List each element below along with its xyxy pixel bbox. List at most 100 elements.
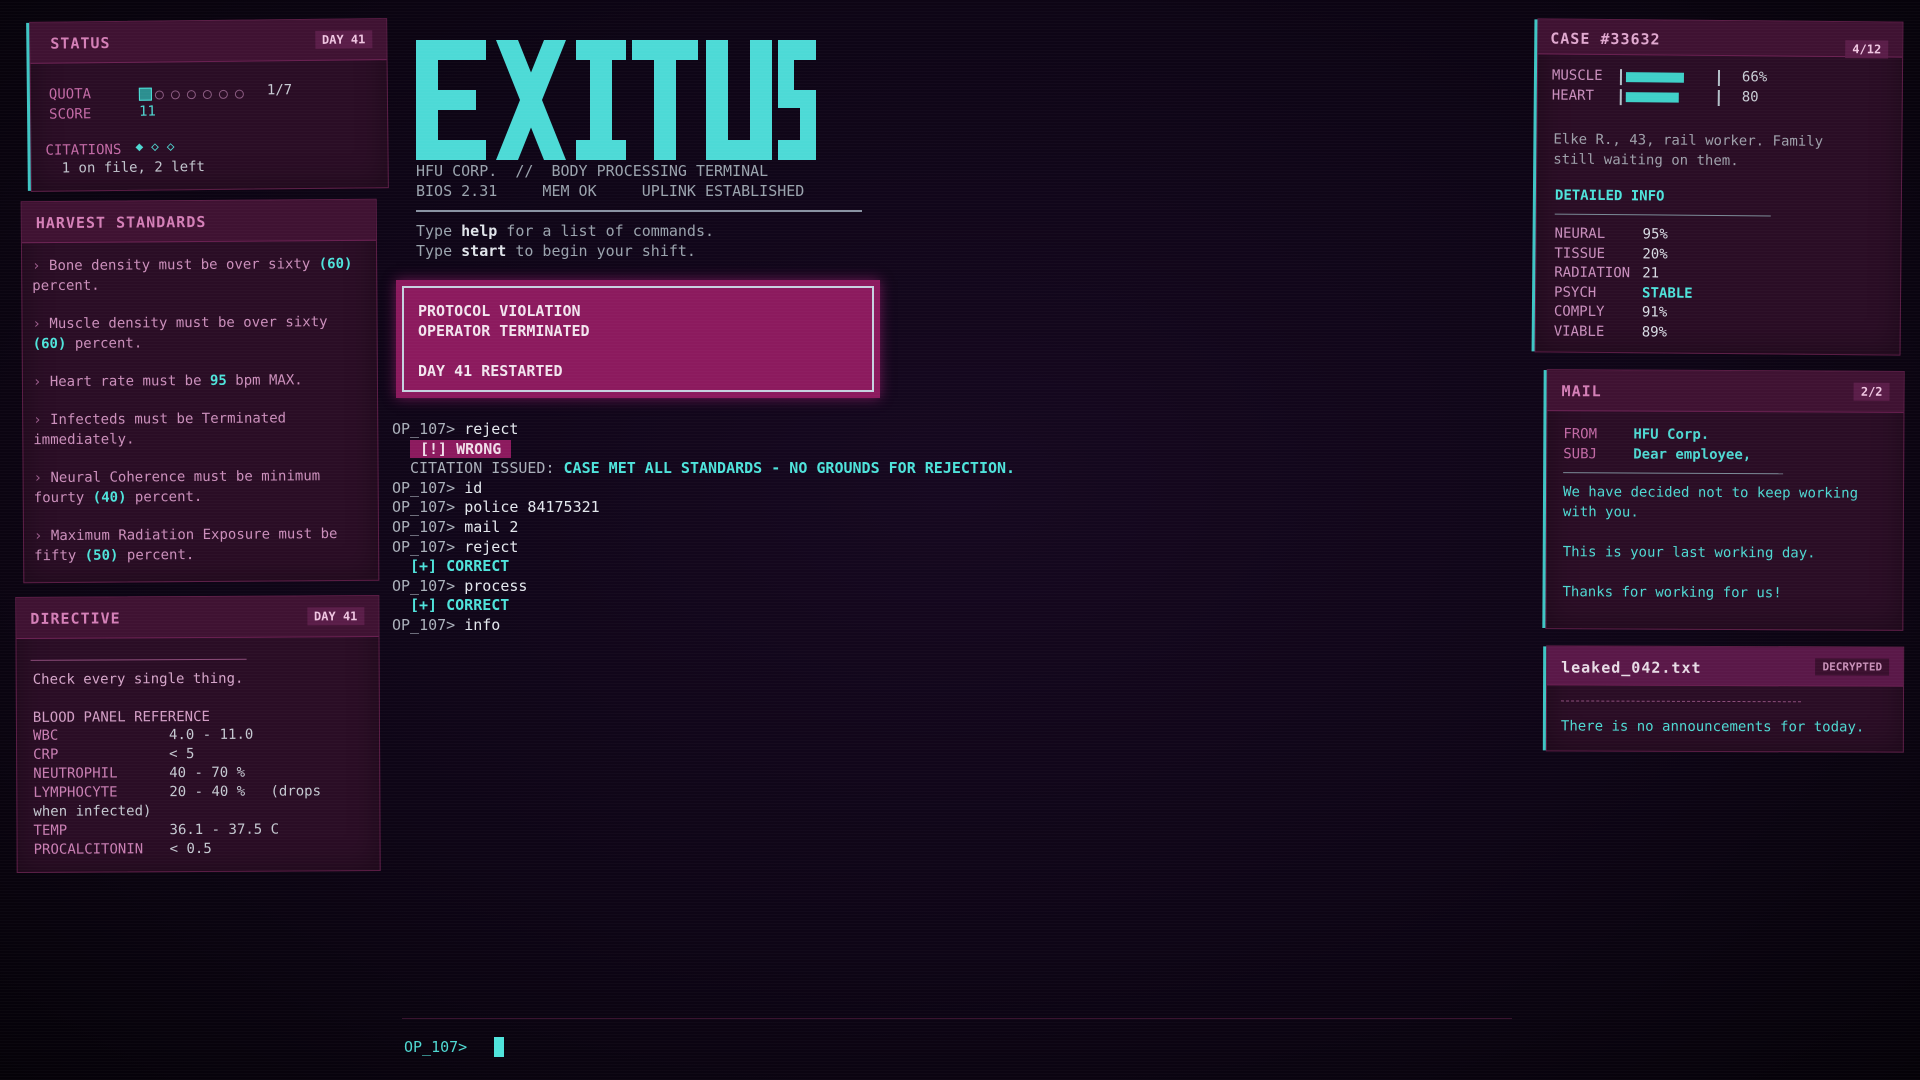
harvest-rule: › Maximum Radiation Exposure must be fif… [34,524,364,566]
leak-text: There is no announcements for today. [1560,718,1865,736]
case-header: CASE #33632 4/12 [1538,19,1903,59]
mail-body-line3: This is your last working day. [1562,544,1816,562]
log-prompt: OP_107> [392,518,456,536]
log-line: OP_107> process [392,577,527,595]
rule-bullet: › [32,258,50,275]
quota-pip-empty [218,89,228,99]
mail-accent [1542,370,1547,629]
protocol-violation-alert: PROTOCOL VIOLATION OPERATOR TERMINATED D… [396,280,880,398]
exitus-logo [416,40,816,160]
detail-value: 89% [1641,324,1668,341]
blood-param-value: < 5 [169,746,195,763]
harvest-header: HARVEST STANDARDS [21,199,376,244]
harvest-rules-list: › Bone density must be over sixty (60) p… [32,254,362,564]
log-prompt: OP_107> [392,498,456,517]
blood-param-name: TEMP [33,822,68,839]
alert-line2: OPERATOR TERMINATED [418,322,590,340]
rule-text: Infecteds must be Terminated immediately… [33,410,287,449]
rule-suffix: percent. [126,488,203,506]
blood-param-name: LYMPHOCYTE [33,784,118,801]
vital-label: MUSCLE [1551,67,1603,84]
vital-bar [1619,89,1720,107]
blood-wrap-note: when infected) [33,803,152,820]
rule-bullet: › [32,316,50,333]
harvest-rule: › Heart rate must be 95 bpm MAX. [33,370,363,392]
terminal-divider [416,210,862,212]
blood-param-value: 36.1 - 37.5 C [169,821,280,839]
detail-name: COMPLY [1553,303,1605,321]
terminal: HFU CORP. // BODY PROCESSING TERMINAL BI… [390,20,1520,1070]
leak-header: leaked_042.txt DECRYPTED [1547,646,1904,687]
detail-value: STABLE [1642,285,1693,302]
rule-bullet: › [33,528,51,545]
rule-text: Muscle density must be over sixty [49,314,328,333]
directive-divider [30,658,247,661]
detail-name: NEURAL [1554,225,1606,243]
rule-number: (50) [84,547,119,564]
blood-param-name: PROCALCITONIN [33,841,144,858]
leak-filename: leaked_042.txt [1561,658,1702,677]
directive-day-badge: DAY 41 [306,607,365,626]
directive-header: DIRECTIVE DAY 41 [16,596,379,639]
log-command: reject [464,420,519,438]
leak-dashes [1560,700,1801,703]
rule-number: (60) [318,255,353,273]
log-command: mail 2 [464,518,519,536]
harvest-rule: › Infecteds must be Terminated immediate… [33,408,363,450]
mail-header: MAIL 2/2 [1547,370,1904,413]
directive-panel: DIRECTIVE DAY 41 Check every single thin… [15,595,381,873]
blood-panel-table: WBC 4.0 - 11.0 CRP < 5 NEUTROPHIL 40 - 70 % LY… [33,726,363,858]
detail-name: VIABLE [1553,323,1605,341]
log-line: CITATION ISSUED: CASE MET ALL STANDARDS … [410,459,1015,477]
vital-bar-fill [1625,92,1679,103]
case-details-table: NEURAL 95% TISSUE 20% RADIATION 21 PSYCH STABLE… [1554,226,1855,341]
quota-pips [138,87,249,102]
log-citation-prefix: CITATION ISSUED: [410,459,564,478]
mail-subj-label: SUBJ [1563,446,1597,463]
quota-label: QUOTA [48,86,92,103]
directive-title: DIRECTIVE [30,609,121,628]
mail-body-line1: We have decided not to keep working [1562,484,1859,502]
mail-body-line4: Thanks for working for us! [1562,584,1782,602]
start-hint: Type start to begin your shift. [416,242,696,260]
blood-param-name: CRP [33,746,59,763]
rule-bullet: › [32,374,50,391]
rule-suffix: percent. [32,277,100,295]
rule-number: (60) [32,335,67,353]
blood-panel-title: BLOOD PANEL REFERENCE [32,708,210,726]
mail-page-badge: 2/2 [1853,382,1890,401]
log-line: OP_107> reject [392,420,518,438]
quota-pip-empty [186,90,196,100]
log-line: OP_107> mail 2 [392,518,518,536]
log-wrong-badge: [!] WRONG [410,439,512,458]
alert-line1: PROTOCOL VIOLATION [418,302,581,320]
quota-pip-filled [138,87,152,101]
mail-title: MAIL [1561,382,1602,401]
rule-bullet: › [33,412,51,429]
log-line: [!] WRONG [410,439,512,458]
mail-from-label: FROM [1563,426,1598,443]
log-line: [+] CORRECT [410,557,509,575]
blood-param-value: 4.0 - 11.0 [168,726,254,744]
text-cursor [494,1037,504,1057]
harvest-rule: › Muscle density must be over sixty (60)… [32,312,362,354]
log-prompt: OP_107> [392,537,456,556]
detail-name: TISSUE [1554,245,1606,262]
blood-param-value: 20 - 40 % (drops [169,783,322,801]
rule-suffix: percent. [118,547,195,564]
case-panel: CASE #33632 4/12 MUSCLE 66% HEART 80 Elke R… [1531,18,1904,356]
case-page-badge: 4/12 [1845,40,1889,59]
citations-label: CITATIONS [45,141,122,159]
log-command: process [464,576,528,595]
harvest-rule: › Bone density must be over sixty (60) p… [32,254,362,296]
quota-pip-empty [234,89,244,99]
rule-suffix: percent. [66,335,143,352]
status-title: STATUS [50,34,111,53]
log-line: OP_107> reject [392,538,518,556]
detail-value: 91% [1641,304,1668,321]
input-prompt: OP_107> [404,1038,468,1056]
mail-body-line2: with you. [1562,504,1639,521]
command-input[interactable] [494,1034,1394,1058]
blood-param-name: WBC [32,727,59,744]
detail-value: 95% [1642,226,1668,243]
